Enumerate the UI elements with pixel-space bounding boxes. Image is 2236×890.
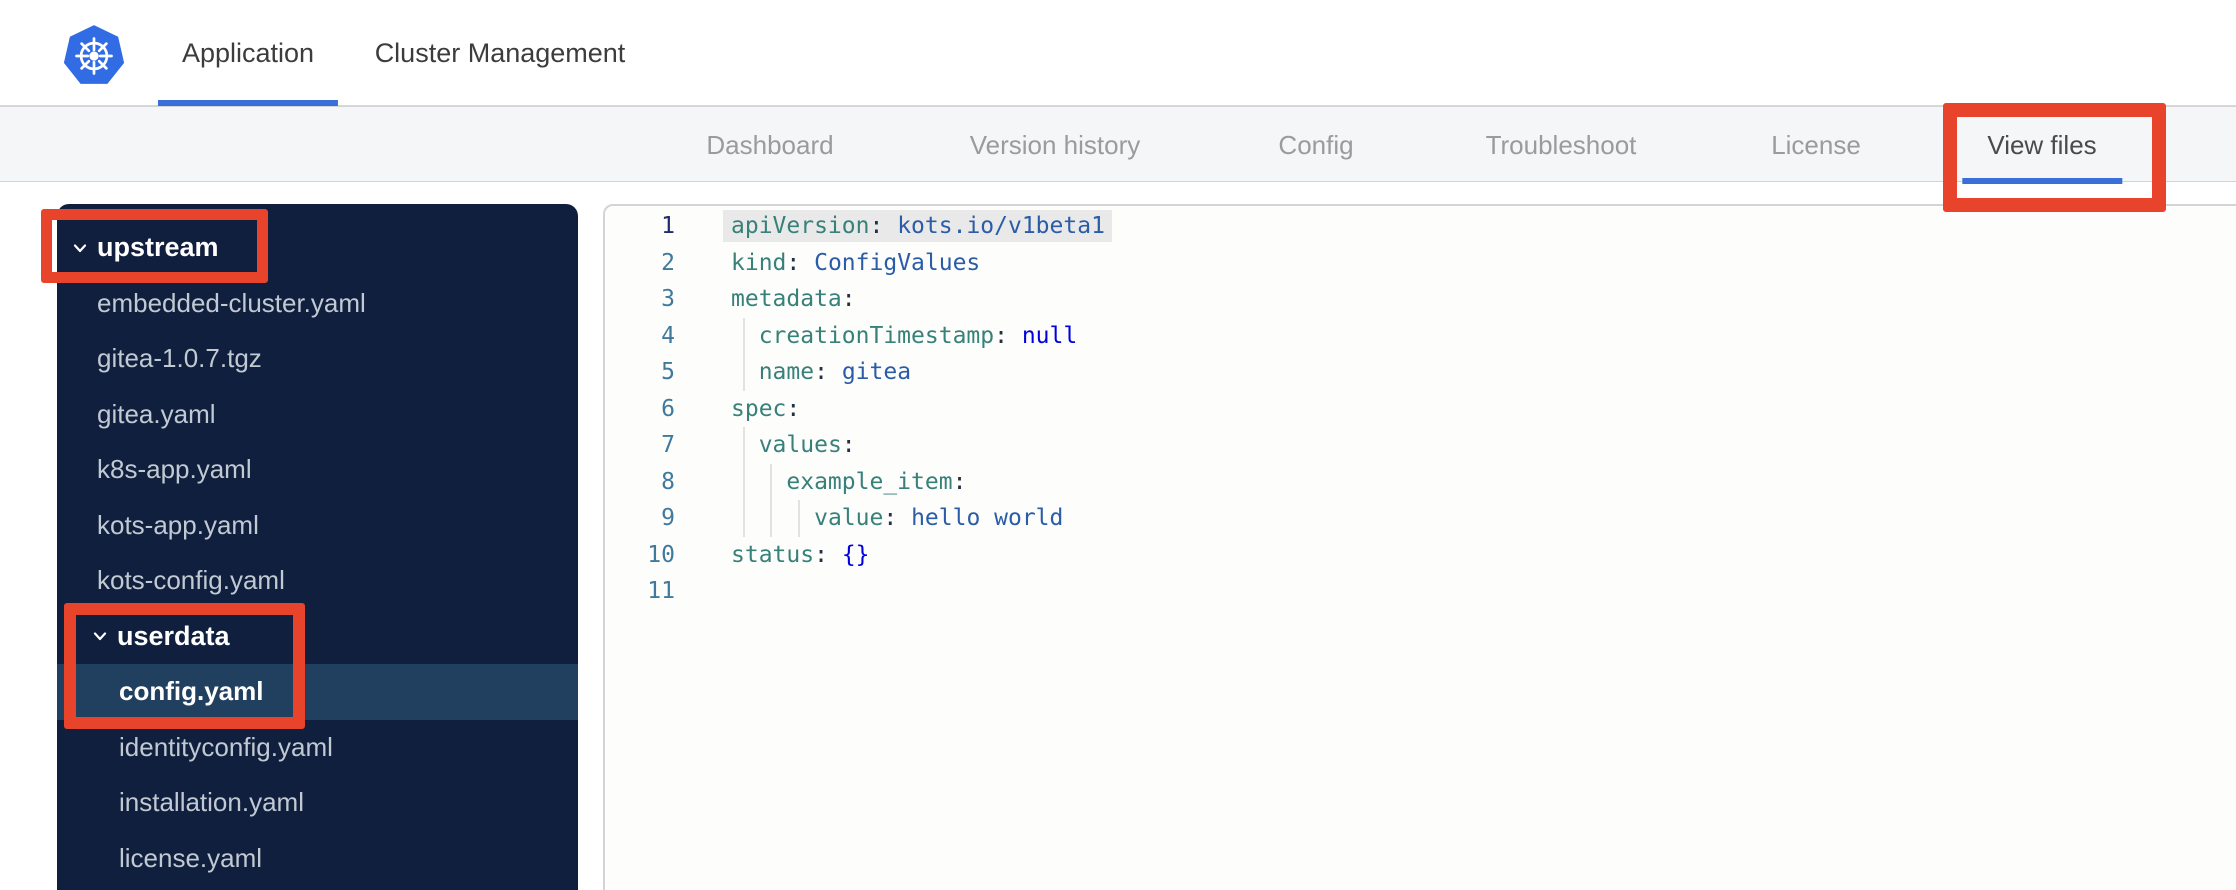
top-bar: Application Cluster Management: [0, 0, 2236, 106]
line-number: 4: [661, 322, 675, 349]
tree-file-config-yaml[interactable]: config.yaml: [57, 664, 578, 720]
file-tree-sidebar: upstream embedded-cluster.yaml gitea-1.0…: [57, 204, 578, 890]
tab-version-history[interactable]: Version history: [970, 107, 1141, 183]
kots-admin-console: Application Cluster Management Dashboard V…: [0, 0, 2236, 890]
file-label: embedded-cluster.yaml: [97, 287, 366, 318]
tree-file-license-yaml[interactable]: license.yaml: [57, 831, 578, 887]
tree-folder-userdata[interactable]: userdata: [57, 609, 578, 665]
file-label: identityconfig.yaml: [119, 731, 333, 762]
tab-config[interactable]: Config: [1278, 107, 1353, 183]
line-number: 7: [661, 432, 675, 459]
tree-file-installation-yaml[interactable]: installation.yaml: [57, 775, 578, 831]
indent-guide: [743, 427, 745, 537]
line-content: example_item:: [786, 468, 967, 495]
tab-view-files[interactable]: View files: [1987, 107, 2096, 183]
tab-license[interactable]: License: [1771, 107, 1861, 183]
code-line: 6 spec:: [605, 391, 2236, 428]
tree-file-gitea-1-0-7-tgz[interactable]: gitea-1.0.7.tgz: [57, 331, 578, 387]
chevron-down-icon: [73, 244, 87, 252]
file-label: kots-app.yaml: [97, 509, 259, 540]
code-line: 10 status: {}: [605, 537, 2236, 574]
indent-guide: [743, 317, 745, 391]
line-number: 10: [647, 541, 675, 568]
line-content: creationTimestamp: null: [758, 322, 1078, 349]
tree-file-gitea-yaml[interactable]: gitea.yaml: [57, 387, 578, 443]
tree-file-kots-app-yaml[interactable]: kots-app.yaml: [57, 498, 578, 554]
kubernetes-logo-icon[interactable]: [61, 23, 127, 89]
tree-file-kots-config-yaml[interactable]: kots-config.yaml: [57, 553, 578, 609]
line-number: 11: [647, 578, 675, 605]
indent-guide: [770, 463, 772, 537]
line-number: 2: [661, 249, 675, 276]
line-number: 6: [661, 395, 675, 422]
line-content: name: gitea: [758, 359, 912, 386]
indent-guide: [798, 500, 800, 537]
tree-file-embedded-cluster-yaml[interactable]: embedded-cluster.yaml: [57, 276, 578, 332]
line-number: 1: [661, 213, 675, 240]
code-line: 11: [605, 573, 2236, 610]
code-line: 1 apiVersion: kots.io/v1beta1: [605, 208, 2236, 245]
file-label: kots-config.yaml: [97, 565, 285, 596]
file-label: gitea.yaml: [97, 398, 216, 429]
code-line: 4 creationTimestamp: null: [605, 318, 2236, 355]
code-line: 8 example_item:: [605, 464, 2236, 501]
tab-dashboard[interactable]: Dashboard: [706, 107, 833, 183]
top-tab-cluster-management[interactable]: Cluster Management: [375, 0, 626, 106]
tab-troubleshoot[interactable]: Troubleshoot: [1486, 107, 1637, 183]
app-sub-nav: Dashboard Version history Config Troublesho…: [0, 106, 2236, 182]
tree-folder-upstream[interactable]: upstream: [57, 220, 578, 276]
line-number: 3: [661, 286, 675, 313]
file-label: config.yaml: [119, 676, 264, 707]
code-line: 5 name: gitea: [605, 354, 2236, 391]
folder-label: userdata: [117, 620, 230, 651]
tree-file-k8s-app-yaml[interactable]: k8s-app.yaml: [57, 442, 578, 498]
file-tree: upstream embedded-cluster.yaml gitea-1.0…: [57, 220, 578, 886]
line-content: kind: ConfigValues: [731, 249, 981, 276]
line-number: 8: [661, 468, 675, 495]
line-content: status: {}: [731, 541, 870, 568]
line-content: apiVersion: kots.io/v1beta1: [723, 210, 1112, 243]
top-tab-application[interactable]: Application: [182, 0, 314, 106]
code-line: 3 metadata:: [605, 281, 2236, 318]
file-label: gitea-1.0.7.tgz: [97, 343, 262, 374]
line-content: values:: [758, 432, 856, 459]
code-line: 9 value: hello world: [605, 500, 2236, 537]
tree-file-identityconfig-yaml[interactable]: identityconfig.yaml: [57, 720, 578, 776]
code-line: 7 values:: [605, 427, 2236, 464]
file-label: k8s-app.yaml: [97, 454, 252, 485]
code-line: 2 kind: ConfigValues: [605, 245, 2236, 282]
line-content: metadata:: [731, 286, 856, 313]
code-lines: 1 apiVersion: kots.io/v1beta1 2 kind: Co…: [605, 208, 2236, 610]
line-content: value: hello world: [814, 505, 1064, 532]
line-number: 9: [661, 505, 675, 532]
file-content-editor[interactable]: 1 apiVersion: kots.io/v1beta1 2 kind: Co…: [603, 204, 2236, 890]
code-area[interactable]: 1 apiVersion: kots.io/v1beta1 2 kind: Co…: [605, 206, 2236, 890]
file-label: installation.yaml: [119, 787, 304, 818]
folder-label: upstream: [97, 232, 219, 263]
line-number: 5: [661, 359, 675, 386]
line-content: spec:: [731, 395, 801, 422]
chevron-down-icon: [93, 632, 107, 641]
file-label: license.yaml: [119, 842, 263, 873]
